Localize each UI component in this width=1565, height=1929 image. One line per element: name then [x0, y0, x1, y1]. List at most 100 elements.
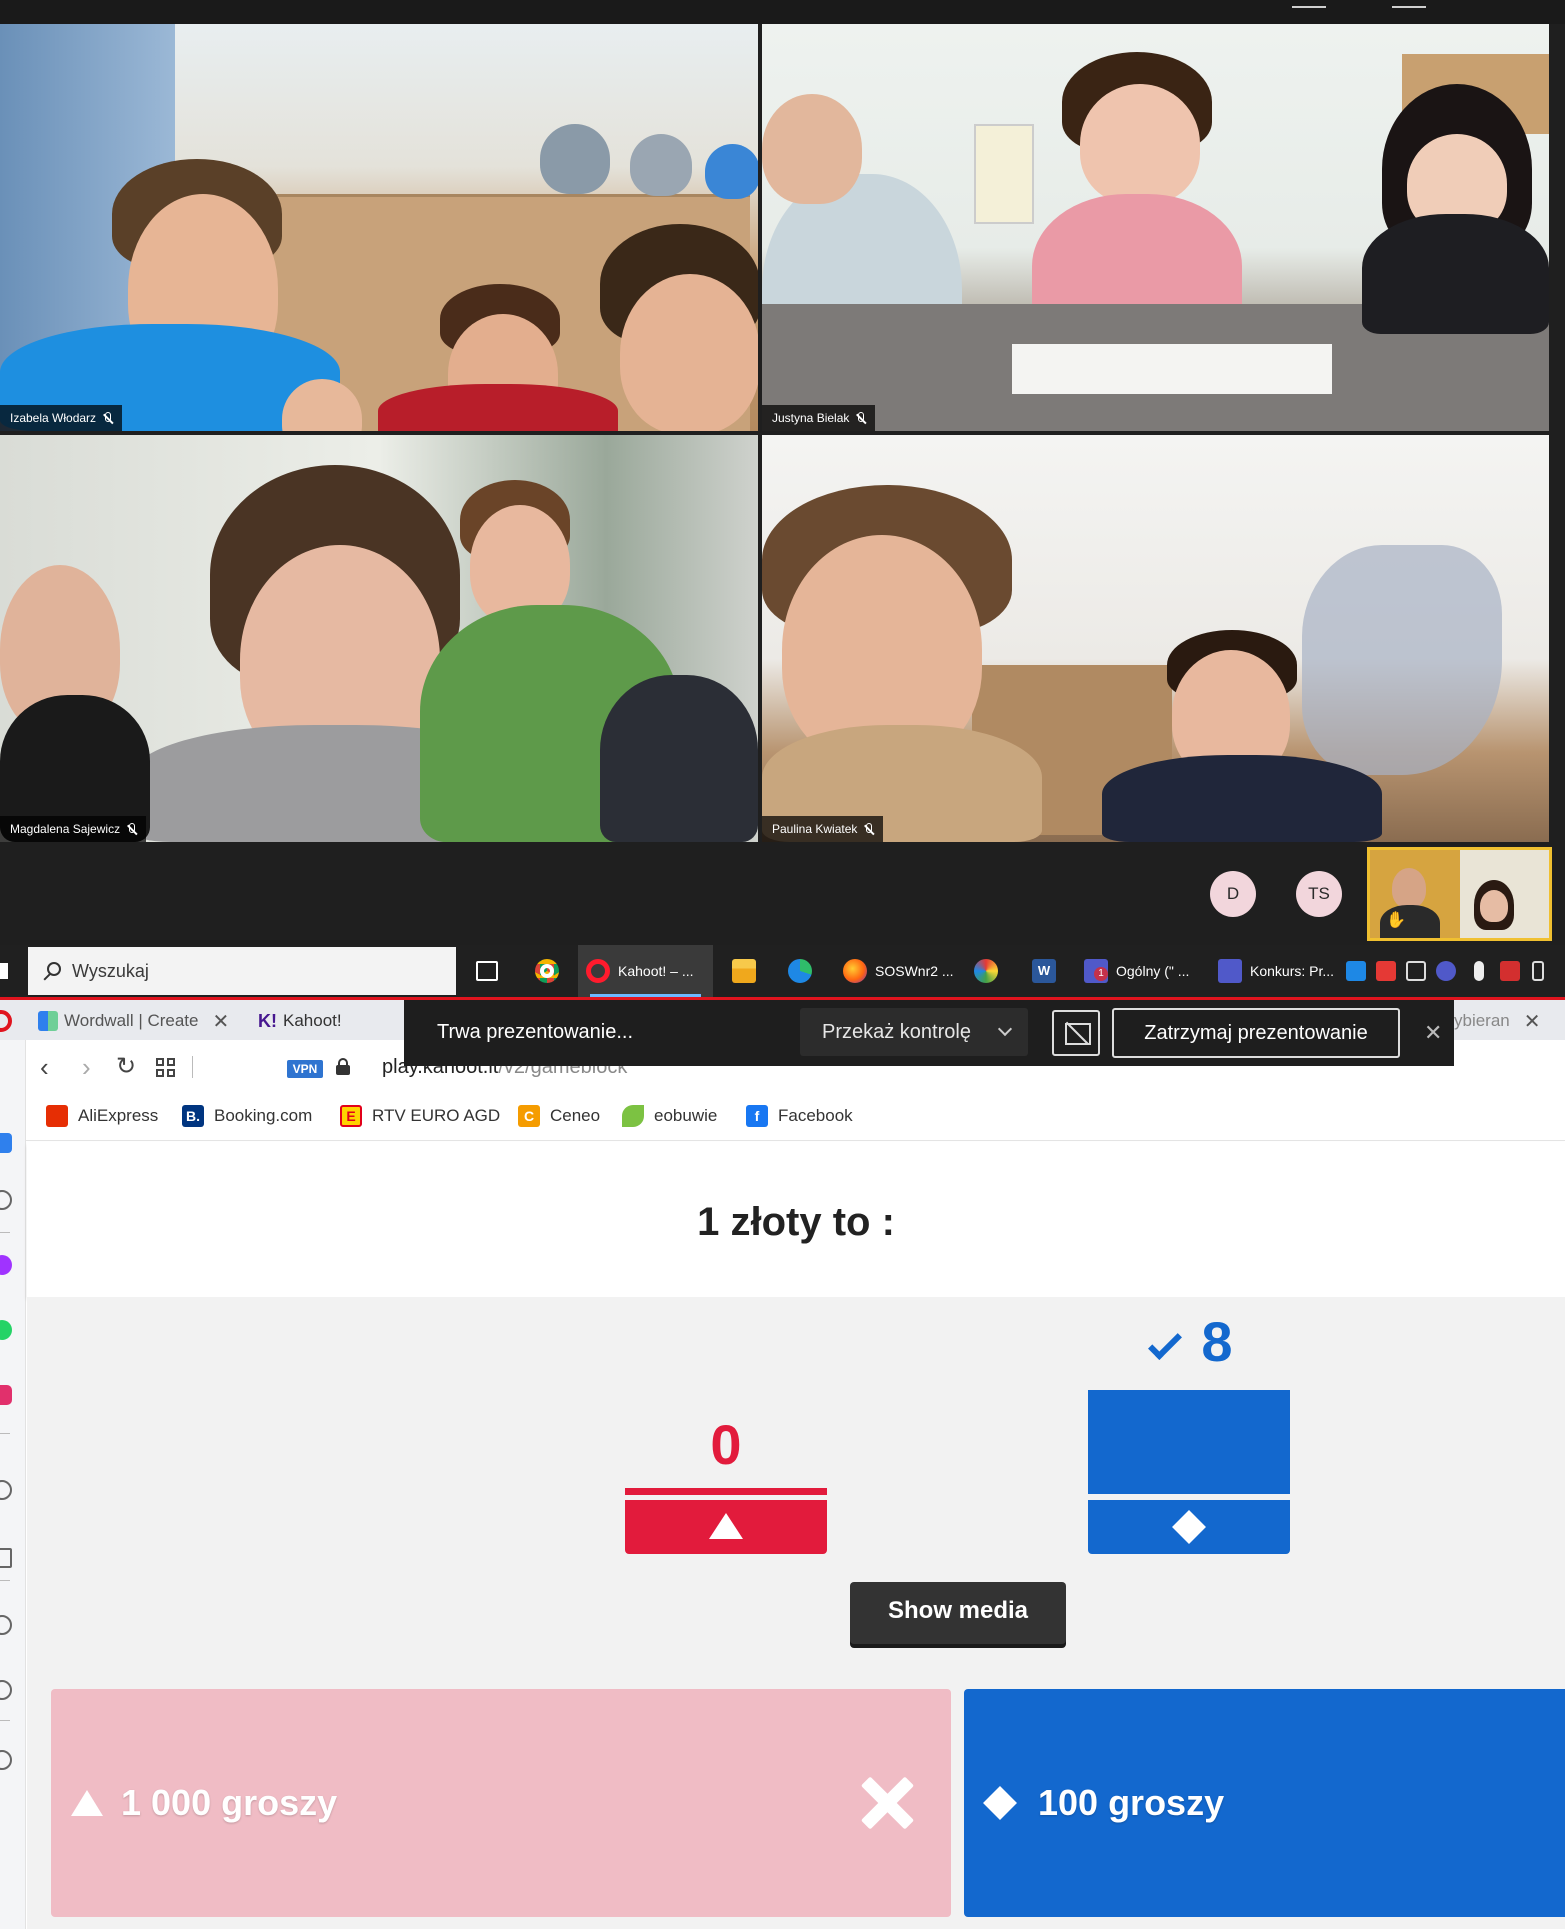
teams-icon	[1218, 959, 1242, 983]
address-divider	[192, 1056, 193, 1078]
show-media-button[interactable]: Show media	[850, 1582, 1066, 1644]
back-icon[interactable]: ‹	[40, 1054, 49, 1080]
tab-wordwall[interactable]: Wordwall | Create ✕	[30, 1004, 237, 1038]
bookmark-label: Facebook	[778, 1106, 853, 1125]
tray-recorder-icon[interactable]	[1376, 961, 1396, 981]
taskbar-item-label: Ogólny (" ...	[1116, 963, 1190, 979]
participant-name-tag: Izabela Włodarz	[0, 405, 123, 431]
sidebar-whatsapp-icon[interactable]	[0, 1320, 12, 1340]
presenting-status: Trwa prezentowanie...	[437, 1021, 634, 1043]
sidebar-bulb-icon[interactable]	[0, 1750, 12, 1770]
bookmark-booking[interactable]: B. Booking.com	[182, 1105, 312, 1127]
taskbar-opera-kahoot[interactable]: Kahoot! – ...	[578, 945, 713, 997]
tab-kahoot[interactable]: K! Kahoot!	[250, 1004, 350, 1038]
bookmark-label: eobuwie	[654, 1106, 718, 1125]
task-view-button[interactable]	[468, 945, 506, 997]
mic-muted-icon	[863, 822, 873, 836]
tray-teams-icon[interactable]	[1436, 961, 1456, 981]
opera-icon	[586, 959, 610, 983]
question-title: 1 złoty to :	[697, 1200, 895, 1244]
video-tile-1[interactable]: Izabela Włodarz	[0, 24, 758, 431]
answer-option-triangle[interactable]: 1 000 groszy	[51, 1689, 951, 1917]
tab-close-icon[interactable]: ✕	[212, 1009, 229, 1034]
participant-avatar-d[interactable]: D	[1210, 871, 1256, 917]
answer-label: 1 000 groszy	[121, 1782, 338, 1823]
incorrect-cross-icon	[859, 1776, 913, 1830]
taskbar-word[interactable]: W	[1024, 945, 1064, 997]
video-feed	[762, 435, 1549, 842]
mic-muted-icon	[102, 411, 112, 425]
give-control-dropdown[interactable]: Przekaż kontrolę	[800, 1008, 1028, 1056]
taskbar-edge[interactable]	[780, 945, 820, 997]
video-tile-4[interactable]: Paulina Kwiatek	[762, 435, 1549, 842]
taskbar-firefox[interactable]: SOSWnr2 ...	[835, 945, 962, 997]
answer-count-triangle: 0	[710, 1413, 742, 1476]
bookmark-rtv-euro-agd[interactable]: E RTV EURO AGD	[340, 1105, 500, 1127]
forward-icon[interactable]: ›	[82, 1054, 91, 1080]
ceneo-icon: C	[518, 1105, 540, 1127]
video-tile-2[interactable]: Justyna Bielak	[762, 24, 1549, 431]
sidebar-star-icon[interactable]	[0, 1190, 12, 1210]
stop-share-screen-icon[interactable]	[1052, 1010, 1100, 1056]
lock-icon[interactable]	[336, 1058, 350, 1076]
triangle-icon	[71, 1790, 103, 1816]
wordwall-favicon	[38, 1011, 58, 1031]
tab-partial[interactable]: ybieran ✕	[1454, 1004, 1541, 1038]
opera-menu-icon[interactable]	[0, 1010, 12, 1032]
taskbar-chrome[interactable]	[527, 945, 567, 997]
taskbar-paint[interactable]	[966, 945, 1006, 997]
stop-presenting-button[interactable]: Zatrzymaj prezentowanie	[1112, 1008, 1400, 1058]
video-feed	[762, 24, 1549, 431]
chrome-icon	[535, 959, 559, 983]
taskbar-item-label: SOSWnr2 ...	[875, 963, 954, 979]
result-bar-triangle	[625, 1488, 827, 1495]
window-control-minimize[interactable]	[1292, 6, 1326, 8]
answer-count-diamond: 8	[1201, 1310, 1233, 1373]
mic-muted-icon	[126, 822, 136, 836]
sidebar-send-icon[interactable]	[0, 1548, 12, 1568]
chevron-down-icon	[997, 1021, 1013, 1037]
taskbar-search-box[interactable]: Wyszukaj	[28, 947, 456, 995]
sidebar-history-icon[interactable]	[0, 1680, 12, 1700]
sidebar-divider	[0, 1232, 10, 1233]
bookmark-aliexpress[interactable]: AliExpress	[46, 1105, 158, 1127]
bookmark-facebook[interactable]: f Facebook	[746, 1105, 853, 1127]
taskbar-teams-ogolny[interactable]: 1 Ogólny (" ...	[1076, 945, 1197, 997]
sidebar-player-icon[interactable]	[0, 1480, 12, 1500]
video-tile-3[interactable]: Magdalena Sajewicz	[0, 435, 758, 842]
result-label-diamond	[1088, 1500, 1290, 1554]
windows-taskbar: Wyszukaj Kahoot! – ... SOSWnr2 ... W 1 O…	[0, 945, 1565, 997]
sidebar-heart-icon[interactable]	[0, 1615, 12, 1635]
tray-app-icon[interactable]	[1346, 961, 1366, 981]
sidebar-messenger-icon[interactable]	[0, 1255, 12, 1275]
window-control-restore[interactable]	[1392, 6, 1426, 8]
tray-microphone-icon[interactable]	[1474, 961, 1484, 981]
tray-display-icon[interactable]	[1406, 961, 1426, 981]
sidebar-instagram-icon[interactable]	[0, 1385, 12, 1405]
teams-icon: 1	[1084, 959, 1108, 983]
reload-icon[interactable]: ↻	[116, 1054, 136, 1080]
self-video-tile[interactable]: ✋	[1367, 847, 1552, 941]
give-control-label: Przekaż kontrolę	[822, 1021, 971, 1043]
vpn-badge[interactable]: VPN	[287, 1060, 323, 1078]
bookmarks-bar: AliExpress B. Booking.com E RTV EURO AGD…	[26, 1095, 1565, 1141]
sidebar-workspace-icon[interactable]	[0, 1133, 12, 1153]
participant-avatar-ts[interactable]: TS	[1296, 871, 1342, 917]
booking-icon: B.	[182, 1105, 204, 1127]
taskbar-teams-konkurs[interactable]: Konkurs: Pr...	[1210, 945, 1342, 997]
video-feed	[0, 24, 758, 431]
result-label-triangle	[625, 1500, 827, 1554]
bookmark-eobuwie[interactable]: eobuwie	[622, 1105, 717, 1127]
tray-antivirus-icon[interactable]	[1500, 961, 1520, 981]
speed-dial-icon[interactable]	[156, 1058, 176, 1078]
taskbar-file-explorer[interactable]	[724, 945, 764, 997]
unpin-icon[interactable]: ✕	[1424, 1020, 1442, 1046]
tray-battery-icon[interactable]	[1532, 961, 1544, 981]
start-button-edge[interactable]	[0, 963, 8, 979]
bookmark-label: RTV EURO AGD	[372, 1106, 501, 1125]
tab-close-icon[interactable]: ✕	[1524, 1009, 1541, 1034]
answer-option-diamond[interactable]: 100 groszy	[964, 1689, 1565, 1917]
bookmark-ceneo[interactable]: C Ceneo	[518, 1105, 600, 1127]
participant-name: Paulina Kwiatek	[772, 822, 858, 836]
edge-icon	[788, 959, 812, 983]
